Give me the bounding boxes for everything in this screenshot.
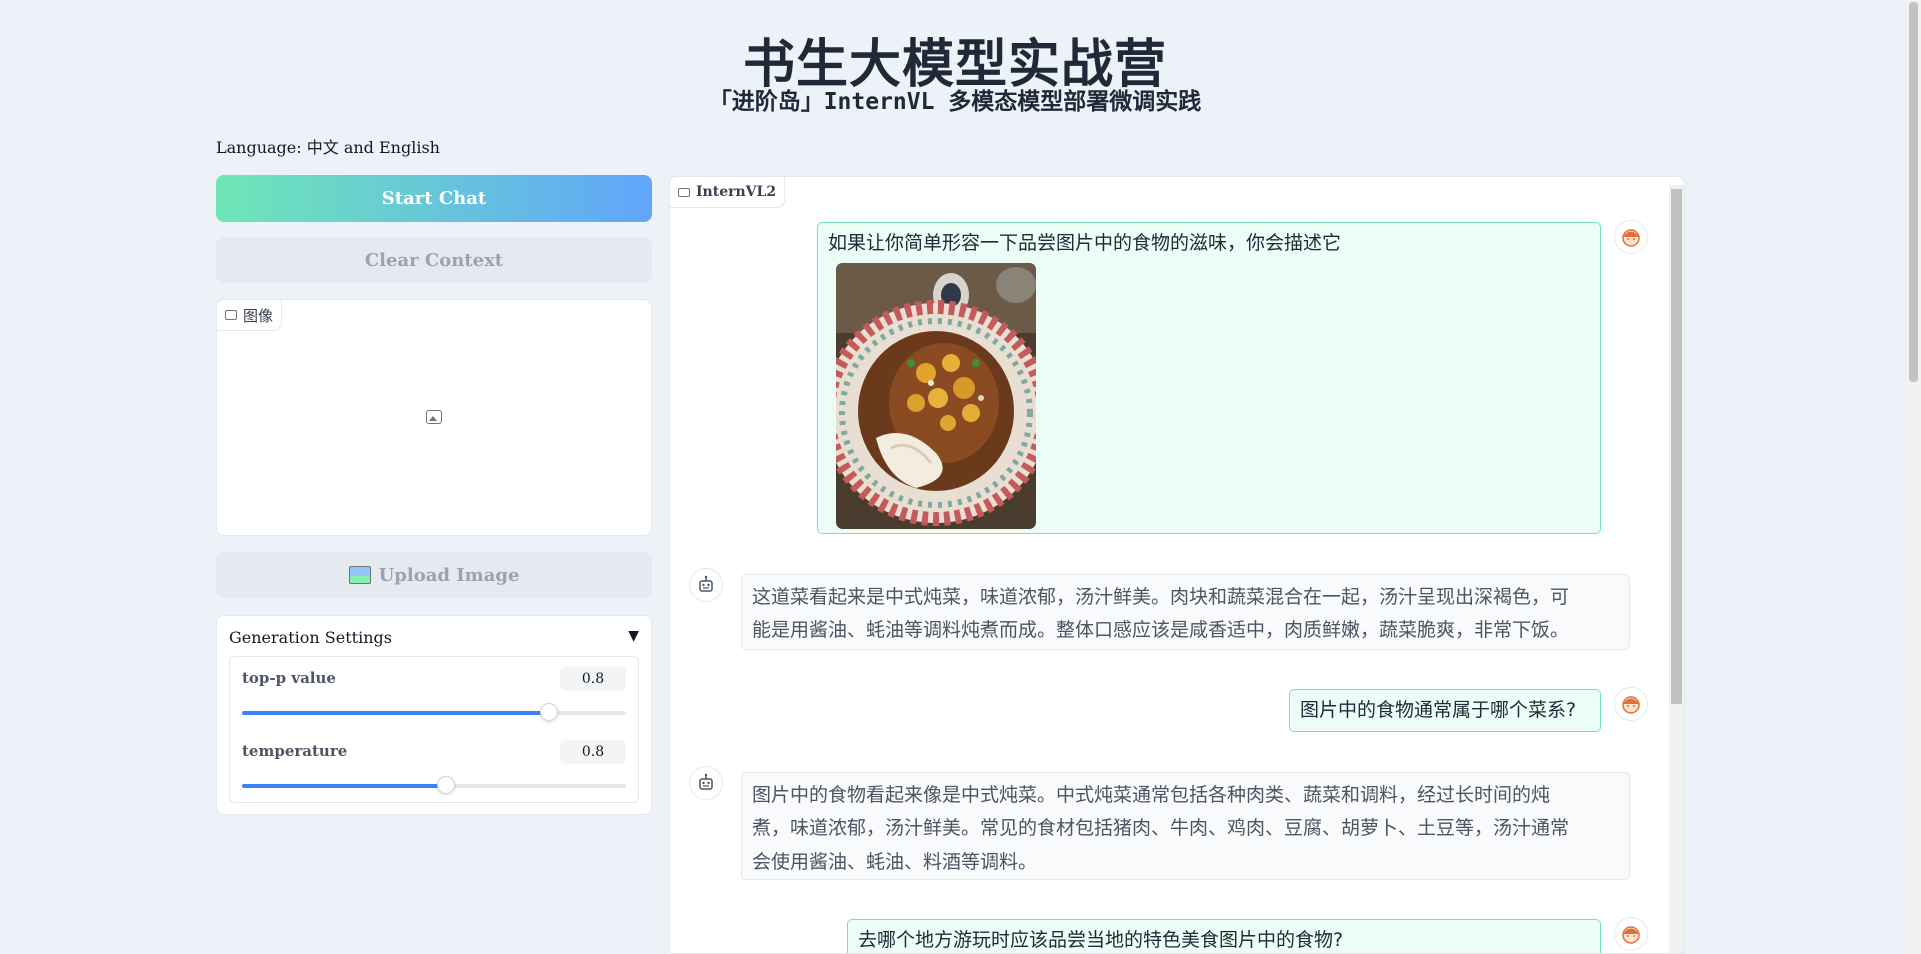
chatbot-panel: InternVL2 如果让你简单形容一下品尝图片中的食物的滋味，你会描述它 这道… — [669, 176, 1685, 954]
user-message-text: 如果让你简单形容一下品尝图片中的食物的滋味，你会描述它 — [828, 232, 1342, 254]
image-placeholder-icon[interactable] — [426, 410, 442, 424]
generation-settings-title[interactable]: Generation Settings — [229, 628, 392, 647]
picture-icon — [348, 566, 371, 584]
chat-scroll-thumb[interactable] — [1671, 189, 1682, 704]
user-avatar-icon — [1622, 229, 1640, 247]
bot-message-line: 能是用酱油、蚝油等调料炖煮而成。整体口感应该是咸香适中，肉质鲜嫩，蔬菜脆爽，非常… — [752, 619, 1570, 642]
bot-message-line: 煮，味道浓郁，汤汁鲜美。常见的食材包括猪肉、牛肉、鸡肉、豆腐、胡萝卜、土豆等，汤… — [752, 817, 1570, 840]
bot-message-line: 会使用酱油、蚝油、料酒等调料。 — [752, 850, 1038, 873]
bot-avatar — [689, 568, 723, 602]
robot-icon — [699, 575, 713, 592]
user-avatar — [1614, 917, 1648, 951]
bot-message: 这道菜看起来是中式炖菜，味道浓郁，汤汁鲜美。肉块和蔬菜混合在一起，汤汁呈现出深褐… — [741, 574, 1630, 650]
bot-message-line: 图片中的食物看起来像是中式炖菜。中式炖菜通常包括各种肉类、蔬菜和调料，经过长时间… — [752, 784, 1551, 806]
clear-context-button[interactable]: Clear Context — [216, 237, 652, 283]
user-avatar — [1614, 220, 1648, 254]
page-subtitle: 「进阶岛」InternVL 多模态模型部署微调实践 — [708, 89, 1202, 115]
user-message: 如果让你简单形容一下品尝图片中的食物的滋味，你会描述它 — [817, 222, 1601, 534]
settings-sliders: top-p value 0.8 temperature 0.8 — [229, 656, 639, 803]
top-p-value-input[interactable]: 0.8 — [560, 667, 626, 691]
top-p-slider[interactable] — [242, 703, 626, 721]
chat-icon — [678, 187, 690, 197]
page-scrollbar[interactable] — [1906, 0, 1921, 954]
image-icon — [225, 310, 237, 320]
chatbot-tag: InternVL2 — [670, 177, 786, 208]
top-p-slider-fill — [242, 711, 550, 715]
user-message-text: 图片中的食物通常属于哪个菜系? — [1300, 699, 1577, 721]
temperature-slider-thumb[interactable] — [436, 776, 455, 794]
bot-message-line: 这道菜看起来是中式炖菜，味道浓郁，汤汁鲜美。肉块和蔬菜混合在一起，汤汁呈现出深褐… — [752, 586, 1570, 608]
food-photo-graphic — [836, 263, 1036, 529]
user-avatar-icon — [1622, 696, 1640, 714]
temperature-slider[interactable] — [242, 776, 626, 794]
top-p-slider-thumb[interactable] — [540, 703, 559, 721]
upload-image-button[interactable]: Upload Image — [216, 552, 652, 598]
user-message: 图片中的食物通常属于哪个菜系? — [1289, 689, 1601, 732]
image-panel-tag: 图像 — [217, 300, 283, 331]
image-upload-panel[interactable]: 图像 — [216, 299, 652, 536]
user-avatar — [1614, 687, 1648, 721]
user-message-text: 去哪个地方游玩时应该品尝当地的特色美食图片中的食物? — [858, 929, 1344, 951]
food-image[interactable] — [836, 263, 1036, 529]
language-label: Language: 中文 and English — [216, 138, 440, 157]
collapse-toggle-icon[interactable]: ▼ — [628, 628, 639, 644]
chatbot-label: InternVL2 — [696, 184, 777, 200]
image-panel-label: 图像 — [243, 306, 274, 325]
upload-image-label: Upload Image — [378, 564, 520, 586]
chat-scrollbar[interactable] — [1669, 185, 1684, 953]
bot-avatar — [689, 766, 723, 800]
top-p-label: top-p value — [242, 669, 336, 687]
temperature-value-input[interactable]: 0.8 — [560, 740, 626, 764]
bot-message: 图片中的食物看起来像是中式炖菜。中式炖菜通常包括各种肉类、蔬菜和调料，经过长时间… — [741, 772, 1630, 880]
user-avatar-icon — [1622, 926, 1640, 944]
page-scroll-thumb[interactable] — [1909, 2, 1918, 382]
temperature-slider-fill — [242, 784, 446, 788]
user-message: 去哪个地方游玩时应该品尝当地的特色美食图片中的食物? — [847, 919, 1601, 953]
temperature-label: temperature — [242, 742, 348, 760]
start-chat-button[interactable]: Start Chat — [216, 175, 652, 222]
generation-settings-panel: Generation Settings ▼ top-p value 0.8 te… — [216, 615, 652, 815]
robot-icon — [699, 773, 713, 790]
